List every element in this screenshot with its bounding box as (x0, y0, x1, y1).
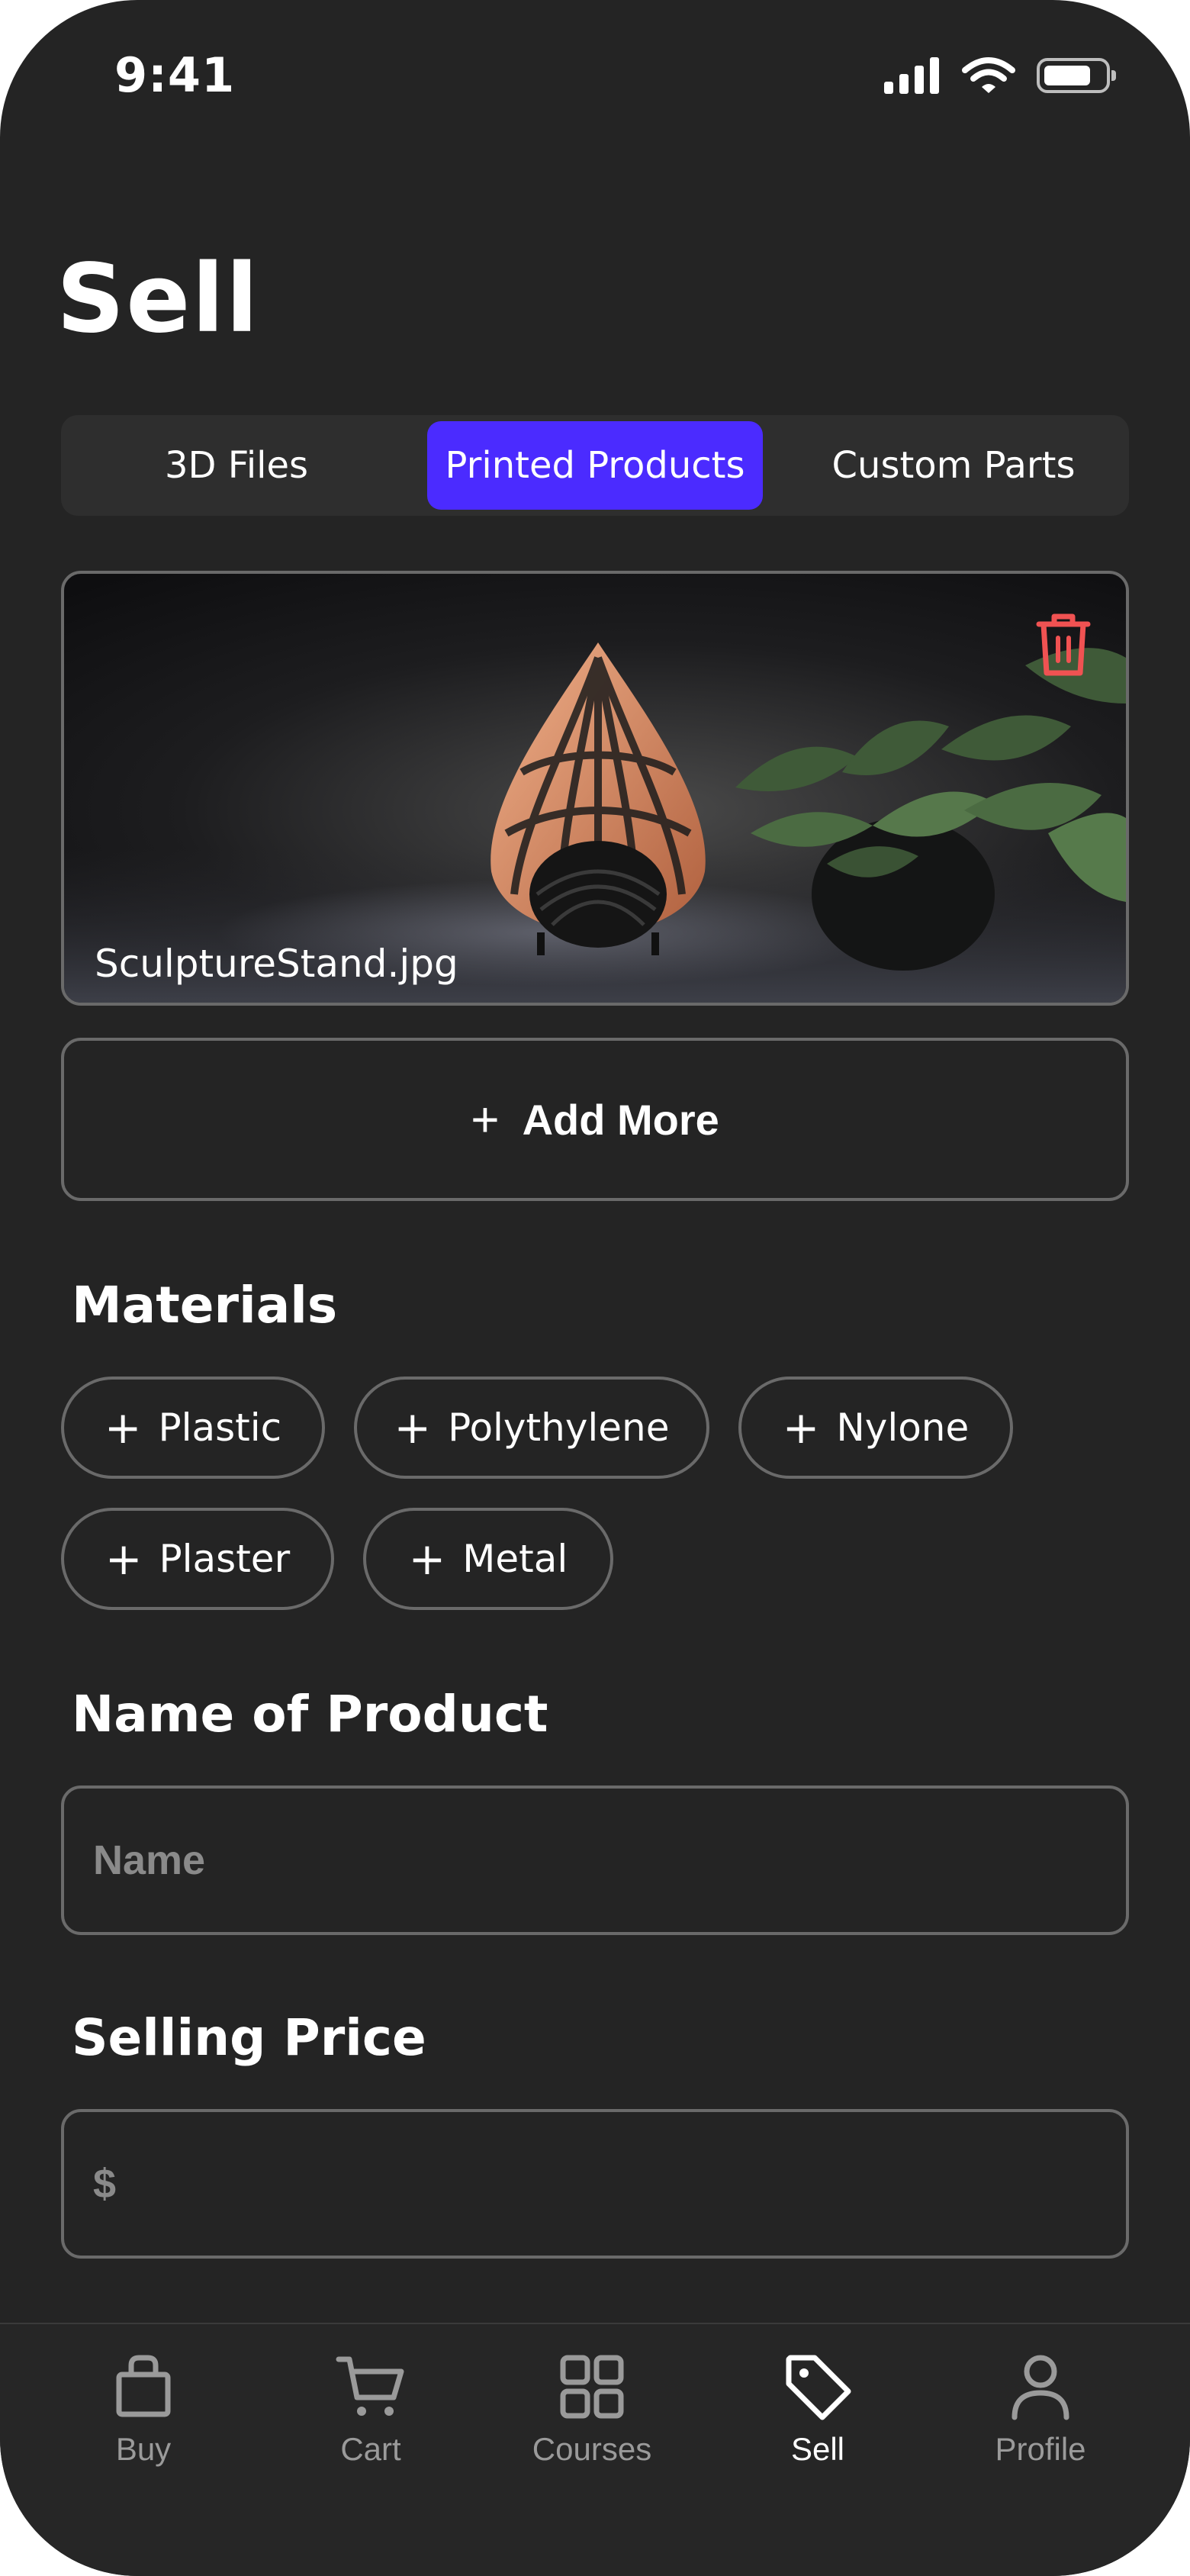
status-icons (884, 56, 1116, 95)
product-name-input[interactable]: Name (61, 1785, 1129, 1935)
chip-polythylene[interactable]: + Polythylene (354, 1377, 709, 1479)
chip-label: Plaster (159, 1537, 291, 1581)
selling-price-title: Selling Price (72, 2008, 426, 2067)
tab-custom-parts[interactable]: Custom Parts (784, 421, 1123, 510)
tab-sell[interactable]: Sell (741, 2349, 894, 2468)
plus-icon: + (471, 1092, 500, 1147)
chip-metal[interactable]: + Metal (363, 1508, 613, 1610)
materials-title: Materials (72, 1276, 338, 1335)
signal-icon (884, 57, 939, 94)
phone-screen: 9:41 Sell 3D Files Printed Products Cust… (0, 0, 1190, 2576)
plus-icon: + (105, 1533, 143, 1585)
tab-3d-files[interactable]: 3D Files (67, 421, 406, 510)
plus-icon: + (104, 1402, 142, 1454)
tab-label: Cart (340, 2431, 401, 2467)
plus-icon: + (782, 1402, 820, 1454)
tag-icon (786, 2355, 851, 2420)
chip-label: Metal (462, 1537, 568, 1581)
tab-label: Buy (115, 2431, 172, 2467)
grid-icon (560, 2355, 624, 2419)
cart-icon (336, 2356, 404, 2416)
chip-label: Plastic (158, 1406, 282, 1450)
chip-plaster[interactable]: + Plaster (61, 1508, 334, 1610)
page-title: Sell (56, 244, 260, 354)
plus-icon: + (408, 1533, 446, 1585)
tab-buy[interactable]: Buy (67, 2349, 220, 2468)
product-name-title: Name of Product (72, 1685, 548, 1744)
add-more-button[interactable]: + Add More (61, 1038, 1129, 1201)
chip-label: Nylone (836, 1406, 970, 1450)
battery-icon (1037, 58, 1116, 93)
tab-profile[interactable]: Profile (964, 2349, 1117, 2468)
wifi-icon (962, 57, 1015, 93)
product-name-placeholder: Name (93, 1837, 206, 1883)
status-time: 9:41 (114, 47, 236, 103)
plus-icon: + (394, 1402, 432, 1454)
tab-courses[interactable]: Courses (516, 2349, 668, 2468)
selling-price-placeholder: $ (93, 2161, 117, 2207)
chip-label: Polythylene (448, 1406, 670, 1450)
chip-nylone[interactable]: + Nylone (738, 1377, 1013, 1479)
tab-printed-products[interactable]: Printed Products (427, 421, 763, 510)
segmented-control: 3D Files Printed Products Custom Parts (61, 415, 1129, 516)
selling-price-input[interactable]: $ (61, 2109, 1129, 2259)
tab-label: Courses (532, 2431, 652, 2467)
bag-icon (116, 2355, 171, 2417)
chip-plastic[interactable]: + Plastic (61, 1377, 325, 1479)
tab-label: Profile (995, 2431, 1086, 2467)
trash-icon[interactable] (1031, 609, 1095, 679)
add-more-label: Add More (522, 1095, 719, 1144)
tab-label: Sell (790, 2431, 845, 2467)
user-icon (1011, 2355, 1069, 2420)
file-name: SculptureStand.jpg (95, 942, 458, 986)
tab-cart[interactable]: Cart (294, 2349, 447, 2468)
product-image-card[interactable]: SculptureStand.jpg (61, 571, 1129, 1006)
product-image (64, 642, 1126, 1003)
tab-bar: Buy Cart Courses Sell Profile (0, 2323, 1190, 2576)
